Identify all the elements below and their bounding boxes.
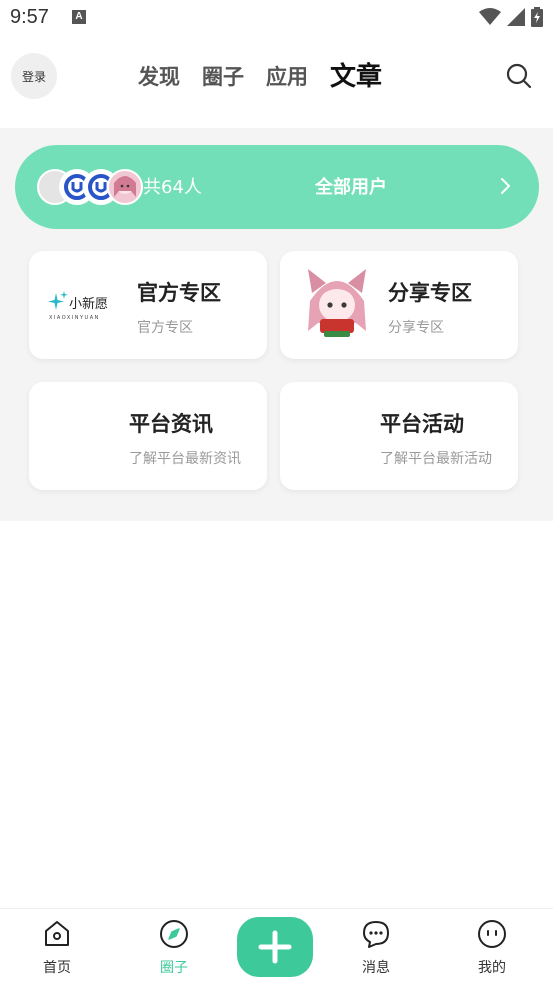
- card-official-zone[interactable]: 小新愿 XIAOXINYUAN 官方专区 官方专区: [29, 251, 267, 359]
- nav-profile[interactable]: 我的: [452, 909, 532, 984]
- status-bar: 9:57 A: [0, 0, 553, 38]
- user-count: 共64人: [143, 177, 202, 198]
- card-platform-news[interactable]: 平台资讯 了解平台最新资讯: [29, 382, 267, 490]
- nav-messages[interactable]: 消息: [336, 909, 416, 984]
- home-icon: [45, 921, 69, 946]
- nav-label: 我的: [478, 960, 506, 976]
- card-subtitle: 分享专区: [388, 320, 444, 336]
- notification-icon: A: [72, 10, 86, 24]
- wifi-icon: [479, 8, 501, 25]
- card-title: 平台活动: [380, 412, 464, 436]
- nav-label: 圈子: [160, 960, 188, 976]
- nav-circles[interactable]: 圈子: [134, 909, 214, 984]
- chat-icon: [363, 921, 389, 948]
- signal-icon: [507, 8, 525, 26]
- chevron-right-icon: [501, 178, 510, 194]
- card-title: 分享专区: [388, 281, 472, 305]
- tab-articles[interactable]: 文章: [330, 60, 382, 94]
- content-area: 共64人 全部用户 小新愿 XIAOXINYUAN 官方专区 官方专区 分享专区…: [0, 128, 553, 521]
- xiaoxinyuan-logo: 小新愿 XIAOXINYUAN: [47, 291, 119, 323]
- login-button[interactable]: 登录: [11, 53, 57, 99]
- tab-circles[interactable]: 圈子: [202, 60, 244, 94]
- status-icons: [479, 7, 543, 27]
- compass-icon: [160, 920, 188, 948]
- card-title: 平台资讯: [129, 412, 213, 436]
- search-icon[interactable]: [505, 62, 533, 90]
- card-subtitle: 了解平台最新资讯: [129, 451, 241, 467]
- card-subtitle: 了解平台最新活动: [380, 451, 492, 467]
- logo-text: 小新愿: [69, 296, 108, 312]
- tab-apps[interactable]: 应用: [266, 60, 308, 94]
- anime-girl-image: [304, 267, 370, 343]
- nav-label: 首页: [43, 960, 71, 976]
- battery-icon: [531, 7, 543, 27]
- nav-home[interactable]: 首页: [17, 909, 97, 984]
- user-avatars: [37, 169, 147, 205]
- card-platform-events[interactable]: 平台活动 了解平台最新活动: [280, 382, 518, 490]
- tab-discover[interactable]: 发现: [138, 60, 180, 94]
- avatar: [107, 169, 143, 205]
- logo-subtext: XIAOXINYUAN: [49, 315, 100, 321]
- all-users-bar[interactable]: 共64人 全部用户: [15, 145, 539, 229]
- card-subtitle: 官方专区: [137, 320, 193, 336]
- nav-label: 消息: [362, 960, 390, 976]
- profile-icon: [478, 920, 506, 948]
- card-share-zone[interactable]: 分享专区 分享专区: [280, 251, 518, 359]
- plus-icon: [258, 930, 292, 964]
- add-post-button[interactable]: [237, 917, 313, 977]
- bottom-nav: 首页 圈子 消息 我的: [0, 908, 553, 984]
- card-title: 官方专区: [137, 281, 221, 305]
- top-tabs: 发现 圈子 应用 文章: [138, 60, 404, 94]
- top-header: 登录 发现 圈子 应用 文章: [0, 38, 553, 128]
- status-time: 9:57: [10, 6, 49, 28]
- all-users-label: 全部用户: [315, 177, 387, 198]
